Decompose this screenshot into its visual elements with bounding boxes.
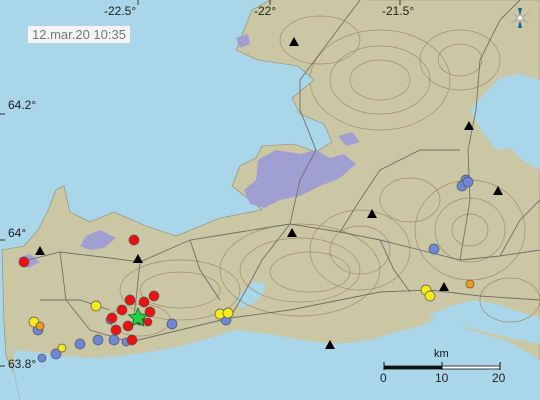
quake-dot xyxy=(74,338,86,350)
quake-dot xyxy=(92,334,104,346)
quake-dot xyxy=(106,312,118,324)
quake-dot xyxy=(128,234,140,246)
lat-label-1: 64.2° xyxy=(8,98,37,112)
quake-dot xyxy=(57,343,67,353)
quake-dot xyxy=(166,318,178,330)
timestamp-label: 12.mar.20 10:35 xyxy=(28,26,130,43)
lon-label-2: -22° xyxy=(254,4,277,18)
quake-dot xyxy=(462,176,474,188)
quake-dot xyxy=(90,300,102,312)
lon-label-1: -22.5° xyxy=(104,4,137,18)
quake-dot xyxy=(138,296,150,308)
quake-dot xyxy=(116,304,128,316)
quake-dot xyxy=(110,324,122,336)
quake-dot xyxy=(126,334,138,346)
quake-dot xyxy=(35,321,45,331)
lat-label-2: 64° xyxy=(8,226,27,240)
quake-dot xyxy=(222,307,234,319)
quake-dot xyxy=(465,279,475,289)
quake-dot xyxy=(148,290,160,302)
scale-tick-10: 10 xyxy=(435,371,449,385)
quake-dot xyxy=(18,256,30,268)
quake-dot xyxy=(122,320,134,332)
quake-dot xyxy=(143,317,153,327)
quake-dot xyxy=(124,294,136,306)
earthquake-map: 12.mar.20 10:35 -22.5° -22° -21.5° 64.2°… xyxy=(0,0,540,400)
quake-dot xyxy=(428,243,440,255)
scale-tick-0: 0 xyxy=(380,371,387,385)
map-canvas xyxy=(0,0,540,400)
scale-tick-20: 20 xyxy=(492,371,506,385)
lon-label-3: -21.5° xyxy=(382,4,415,18)
lat-label-3: 63.8° xyxy=(8,357,37,371)
scale-unit: km xyxy=(434,348,449,360)
quake-dot xyxy=(424,290,436,302)
quake-dot xyxy=(108,334,120,346)
quake-dot xyxy=(37,353,47,363)
